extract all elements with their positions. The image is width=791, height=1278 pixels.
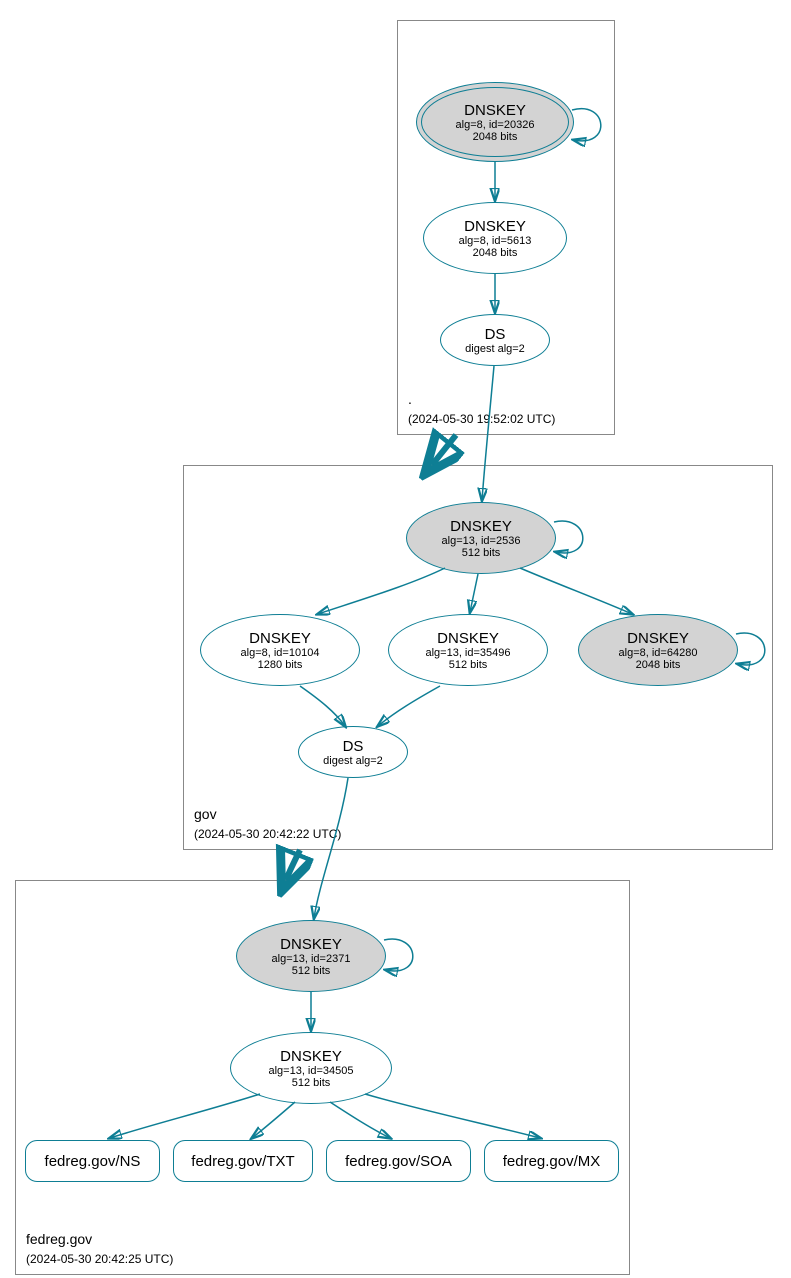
- node-title: DNSKEY: [464, 102, 526, 119]
- zone-gov-name: gov: [194, 806, 217, 822]
- node-sub1: alg=13, id=35496: [425, 647, 510, 659]
- node-sub1: alg=8, id=5613: [459, 235, 532, 247]
- zone-fedreg-label: fedreg.gov (2024-05-30 20:42:25 UTC): [26, 1230, 173, 1268]
- node-gov-k3: DNSKEY alg=8, id=64280 2048 bits: [578, 614, 738, 686]
- node-sub2: 512 bits: [292, 965, 331, 977]
- zone-gov-label: gov (2024-05-30 20:42:22 UTC): [194, 805, 341, 843]
- node-title: DNSKEY: [249, 630, 311, 647]
- node-fed-ksk: DNSKEY alg=13, id=2371 512 bits: [236, 920, 386, 992]
- node-sub1: alg=13, id=2536: [442, 535, 521, 547]
- node-title: DNSKEY: [280, 936, 342, 953]
- zone-root-label: . (2024-05-30 19:52:02 UTC): [408, 390, 555, 428]
- node-title: DNSKEY: [627, 630, 689, 647]
- node-sub2: 512 bits: [462, 547, 501, 559]
- node-sub1: alg=8, id=20326: [456, 119, 535, 131]
- node-root-ksk: DNSKEY alg=8, id=20326 2048 bits: [416, 82, 574, 162]
- node-label: fedreg.gov/NS: [45, 1153, 141, 1170]
- node-rr-txt: fedreg.gov/TXT: [173, 1140, 313, 1182]
- node-rr-soa: fedreg.gov/SOA: [326, 1140, 471, 1182]
- node-sub1: alg=13, id=34505: [268, 1065, 353, 1077]
- node-title: DNSKEY: [450, 518, 512, 535]
- zone-root-ts: (2024-05-30 19:52:02 UTC): [408, 412, 555, 426]
- zone-gov-ts: (2024-05-30 20:42:22 UTC): [194, 827, 341, 841]
- zone-root-name: .: [408, 391, 412, 407]
- node-root-ds: DS digest alg=2: [440, 314, 550, 366]
- node-rr-ns: fedreg.gov/NS: [25, 1140, 160, 1182]
- node-title: DNSKEY: [437, 630, 499, 647]
- node-title: DS: [485, 326, 506, 343]
- node-gov-ksk: DNSKEY alg=13, id=2536 512 bits: [406, 502, 556, 574]
- node-sub2: 512 bits: [292, 1077, 331, 1089]
- node-sub2: 2048 bits: [473, 247, 518, 259]
- node-gov-k1: DNSKEY alg=8, id=10104 1280 bits: [200, 614, 360, 686]
- node-sub1: alg=8, id=64280: [619, 647, 698, 659]
- node-gov-k2: DNSKEY alg=13, id=35496 512 bits: [388, 614, 548, 686]
- node-sub1: alg=8, id=10104: [241, 647, 320, 659]
- node-gov-ds: DS digest alg=2: [298, 726, 408, 778]
- node-sub2: 512 bits: [449, 659, 488, 671]
- node-label: fedreg.gov/MX: [503, 1153, 601, 1170]
- node-title: DNSKEY: [280, 1048, 342, 1065]
- node-fed-zsk: DNSKEY alg=13, id=34505 512 bits: [230, 1032, 392, 1104]
- node-sub2: 2048 bits: [636, 659, 681, 671]
- node-label: fedreg.gov/SOA: [345, 1153, 452, 1170]
- node-sub1: digest alg=2: [465, 343, 525, 355]
- node-sub1: digest alg=2: [323, 755, 383, 767]
- node-root-zsk: DNSKEY alg=8, id=5613 2048 bits: [423, 202, 567, 274]
- zone-fedreg-name: fedreg.gov: [26, 1231, 92, 1247]
- node-label: fedreg.gov/TXT: [191, 1153, 294, 1170]
- node-sub2: 1280 bits: [258, 659, 303, 671]
- node-sub1: alg=13, id=2371: [272, 953, 351, 965]
- node-title: DS: [343, 738, 364, 755]
- node-rr-mx: fedreg.gov/MX: [484, 1140, 619, 1182]
- zone-fedreg-ts: (2024-05-30 20:42:25 UTC): [26, 1252, 173, 1266]
- node-sub2: 2048 bits: [473, 131, 518, 143]
- node-title: DNSKEY: [464, 218, 526, 235]
